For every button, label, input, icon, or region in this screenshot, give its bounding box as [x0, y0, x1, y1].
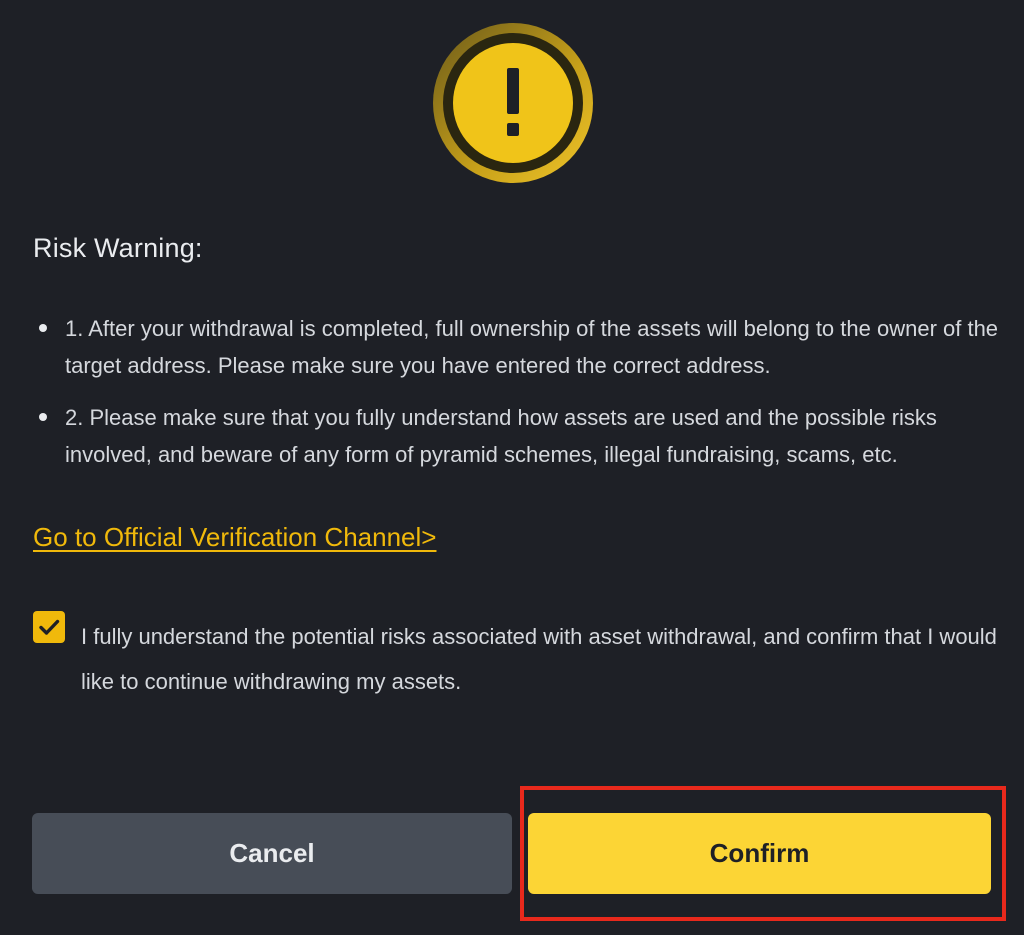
bullet-icon	[39, 324, 47, 332]
list-item: 2. Please make sure that you fully under…	[33, 399, 1003, 473]
risk-item-text: 2. Please make sure that you fully under…	[65, 405, 937, 467]
list-item: 1. After your withdrawal is completed, f…	[33, 310, 1003, 384]
bullet-icon	[39, 413, 47, 421]
confirm-button[interactable]: Confirm	[528, 813, 991, 894]
warning-icon	[432, 22, 594, 184]
checkmark-icon	[39, 619, 60, 635]
consent-text: I fully understand the potential risks a…	[81, 624, 997, 694]
cancel-button[interactable]: Cancel	[32, 813, 512, 894]
risk-item-text: 1. After your withdrawal is completed, f…	[65, 316, 999, 378]
risk-list: 1. After your withdrawal is completed, f…	[33, 310, 1003, 488]
verification-channel-link[interactable]: Go to Official Verification Channel>	[33, 522, 436, 553]
risk-warning-dialog: Risk Warning: 1. After your withdrawal i…	[0, 0, 1024, 935]
dialog-title: Risk Warning:	[33, 233, 203, 263]
consent-checkbox[interactable]	[33, 611, 65, 643]
